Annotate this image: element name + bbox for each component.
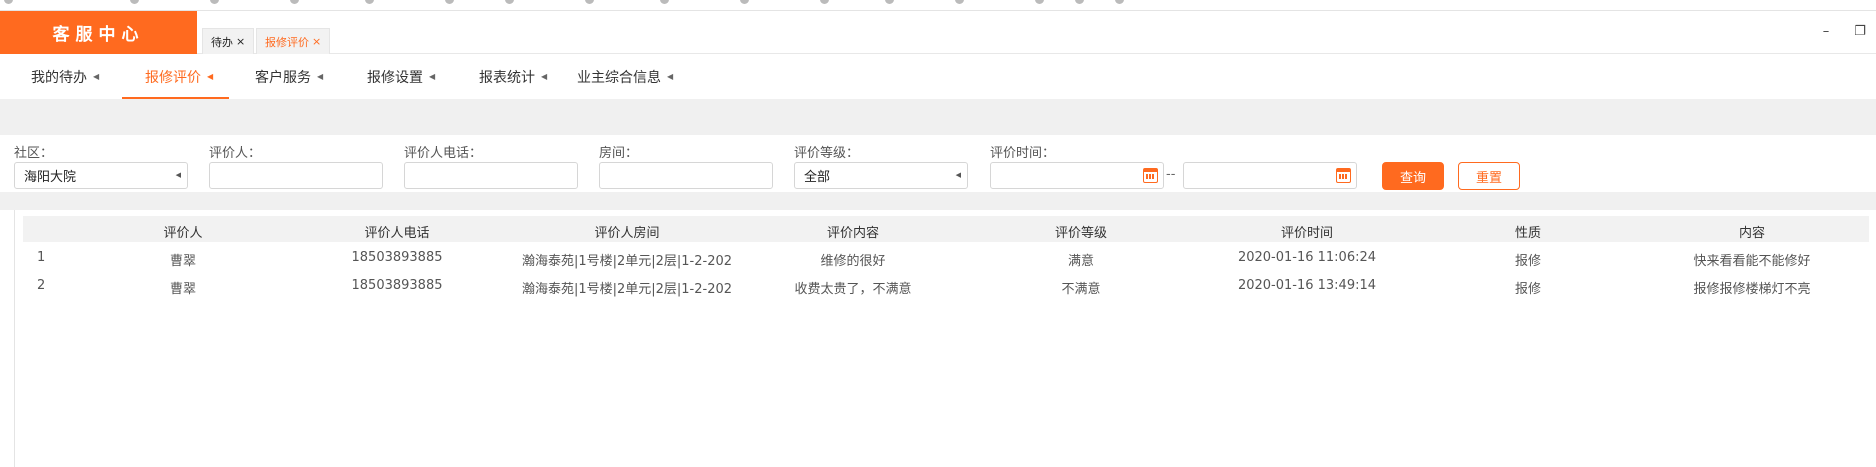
results-table: 评价人 评价人电话 评价人房间 评价内容 评价等级 评价时间 性质 内容 1 曹… [14, 210, 1876, 467]
spacer-band [0, 192, 1876, 210]
column-header: 评价人 [163, 226, 203, 241]
rating-level-label: 评价等级： [794, 146, 860, 161]
brand-title: 客服中心 [0, 11, 197, 54]
app-header: 客服中心 待办 × 报修评价 × – ❐ [0, 11, 1876, 54]
date-range-separator: -- [1166, 167, 1176, 182]
nav-item-label: 业主综合信息 [577, 69, 661, 86]
caret-left-icon: ◀ [317, 72, 324, 81]
community-select[interactable]: 海阳大院 ◀ [14, 162, 188, 189]
community-label: 社区： [14, 146, 54, 161]
rating-time-to-input[interactable] [1183, 162, 1357, 189]
table-header: 评价人 评价人电话 评价人房间 评价内容 评价等级 评价时间 性质 内容 [23, 216, 1869, 242]
query-button[interactable]: 查询 [1382, 162, 1444, 190]
row-index: 2 [37, 278, 46, 293]
nav-item-customer-service[interactable]: 客户服务 ◀ [255, 54, 323, 99]
table-cell: 报修报修楼梯灯不亮 [1693, 282, 1811, 297]
rater-input[interactable] [209, 162, 383, 189]
table-cell: 曹翠 [169, 254, 196, 269]
nav-item-label: 客户服务 [255, 69, 311, 86]
table-cell: 2020-01-16 13:49:14 [1237, 278, 1377, 293]
restore-icon[interactable]: ❐ [1852, 24, 1868, 39]
caret-left-icon: ◀ [93, 72, 100, 81]
main-nav: 我的待办 ◀ 报修评价 ◀ 客户服务 ◀ 报修设置 ◀ 报表统计 ◀ 业主综合信息 ◀ [0, 54, 1876, 99]
rating-time-label: 评价时间： [990, 146, 1056, 161]
close-icon[interactable]: × [236, 35, 245, 48]
table-cell: 18503893885 [351, 278, 443, 293]
rater-phone-input[interactable] [404, 162, 578, 189]
table-cell: 满意 [1067, 254, 1094, 269]
table-cell: 2020-01-16 11:06:24 [1237, 250, 1377, 265]
minimize-icon[interactable]: – [1818, 24, 1834, 39]
caret-left-icon: ◀ [429, 72, 436, 81]
tab-repair-rating[interactable]: 报修评价 × [256, 28, 331, 54]
nav-item-repair-rating[interactable]: 报修评价 ◀ [145, 54, 213, 99]
column-header: 内容 [1738, 226, 1765, 241]
table-cell: 18503893885 [351, 250, 443, 265]
column-header: 评价人电话 [364, 226, 430, 241]
rater-phone-label: 评价人电话： [404, 146, 483, 161]
rating-level-select[interactable]: 全部 ◀ [794, 162, 968, 189]
nav-item-label: 报表统计 [479, 69, 535, 86]
table-cell: 报修 [1514, 254, 1541, 269]
table-cell: 不满意 [1061, 282, 1101, 297]
reset-button[interactable]: 重置 [1458, 162, 1520, 190]
nav-item-label: 我的待办 [31, 69, 87, 86]
table-cell: 快来看看能不能修好 [1693, 254, 1811, 269]
rating-level-value: 全部 [804, 170, 831, 185]
nav-item-label: 报修评价 [145, 69, 201, 86]
tab-label: 报修评价 [265, 35, 309, 49]
calendar-icon[interactable] [1143, 168, 1158, 183]
tab-daiban[interactable]: 待办 × [202, 28, 255, 54]
caret-left-icon: ◀ [667, 72, 674, 81]
rating-time-from-input[interactable] [990, 162, 1164, 189]
table-row[interactable]: 1 曹翠 18503893885 瀚海泰苑|1号楼|2单元|2层|1-2-202… [23, 250, 1869, 276]
table-cell: 瀚海泰苑|1号楼|2单元|2层|1-2-202 [521, 282, 733, 297]
room-label: 房间： [599, 146, 639, 161]
caret-left-icon: ◀ [207, 72, 214, 81]
browser-bookmark-strip [0, 0, 1876, 11]
column-header: 评价内容 [826, 226, 879, 241]
table-cell: 收费太贵了，不满意 [794, 282, 912, 297]
close-icon[interactable]: × [312, 35, 321, 48]
nav-item-my-todo[interactable]: 我的待办 ◀ [31, 54, 99, 99]
nav-item-repair-settings[interactable]: 报修设置 ◀ [367, 54, 435, 99]
calendar-icon[interactable] [1336, 168, 1351, 183]
nav-item-owner-info[interactable]: 业主综合信息 ◀ [577, 54, 673, 99]
table-cell: 瀚海泰苑|1号楼|2单元|2层|1-2-202 [521, 254, 733, 269]
nav-item-label: 报修设置 [367, 69, 423, 86]
spacer-band [0, 99, 1876, 135]
caret-left-icon: ◀ [175, 171, 181, 179]
column-header: 评价人房间 [594, 226, 660, 241]
room-input[interactable] [599, 162, 773, 189]
community-value: 海阳大院 [24, 170, 77, 185]
table-cell: 曹翠 [169, 282, 196, 297]
table-row[interactable]: 2 曹翠 18503893885 瀚海泰苑|1号楼|2单元|2层|1-2-202… [23, 278, 1869, 304]
column-header: 评价等级 [1054, 226, 1107, 241]
rater-label: 评价人： [209, 146, 262, 161]
column-header: 性质 [1514, 226, 1541, 241]
table-cell: 报修 [1514, 282, 1541, 297]
tab-label: 待办 [211, 35, 233, 49]
column-header: 评价时间 [1280, 226, 1333, 241]
row-index: 1 [37, 250, 46, 265]
table-cell: 维修的很好 [820, 254, 886, 269]
nav-item-reports[interactable]: 报表统计 ◀ [479, 54, 547, 99]
caret-left-icon: ◀ [541, 72, 548, 81]
caret-left-icon: ◀ [955, 171, 961, 179]
